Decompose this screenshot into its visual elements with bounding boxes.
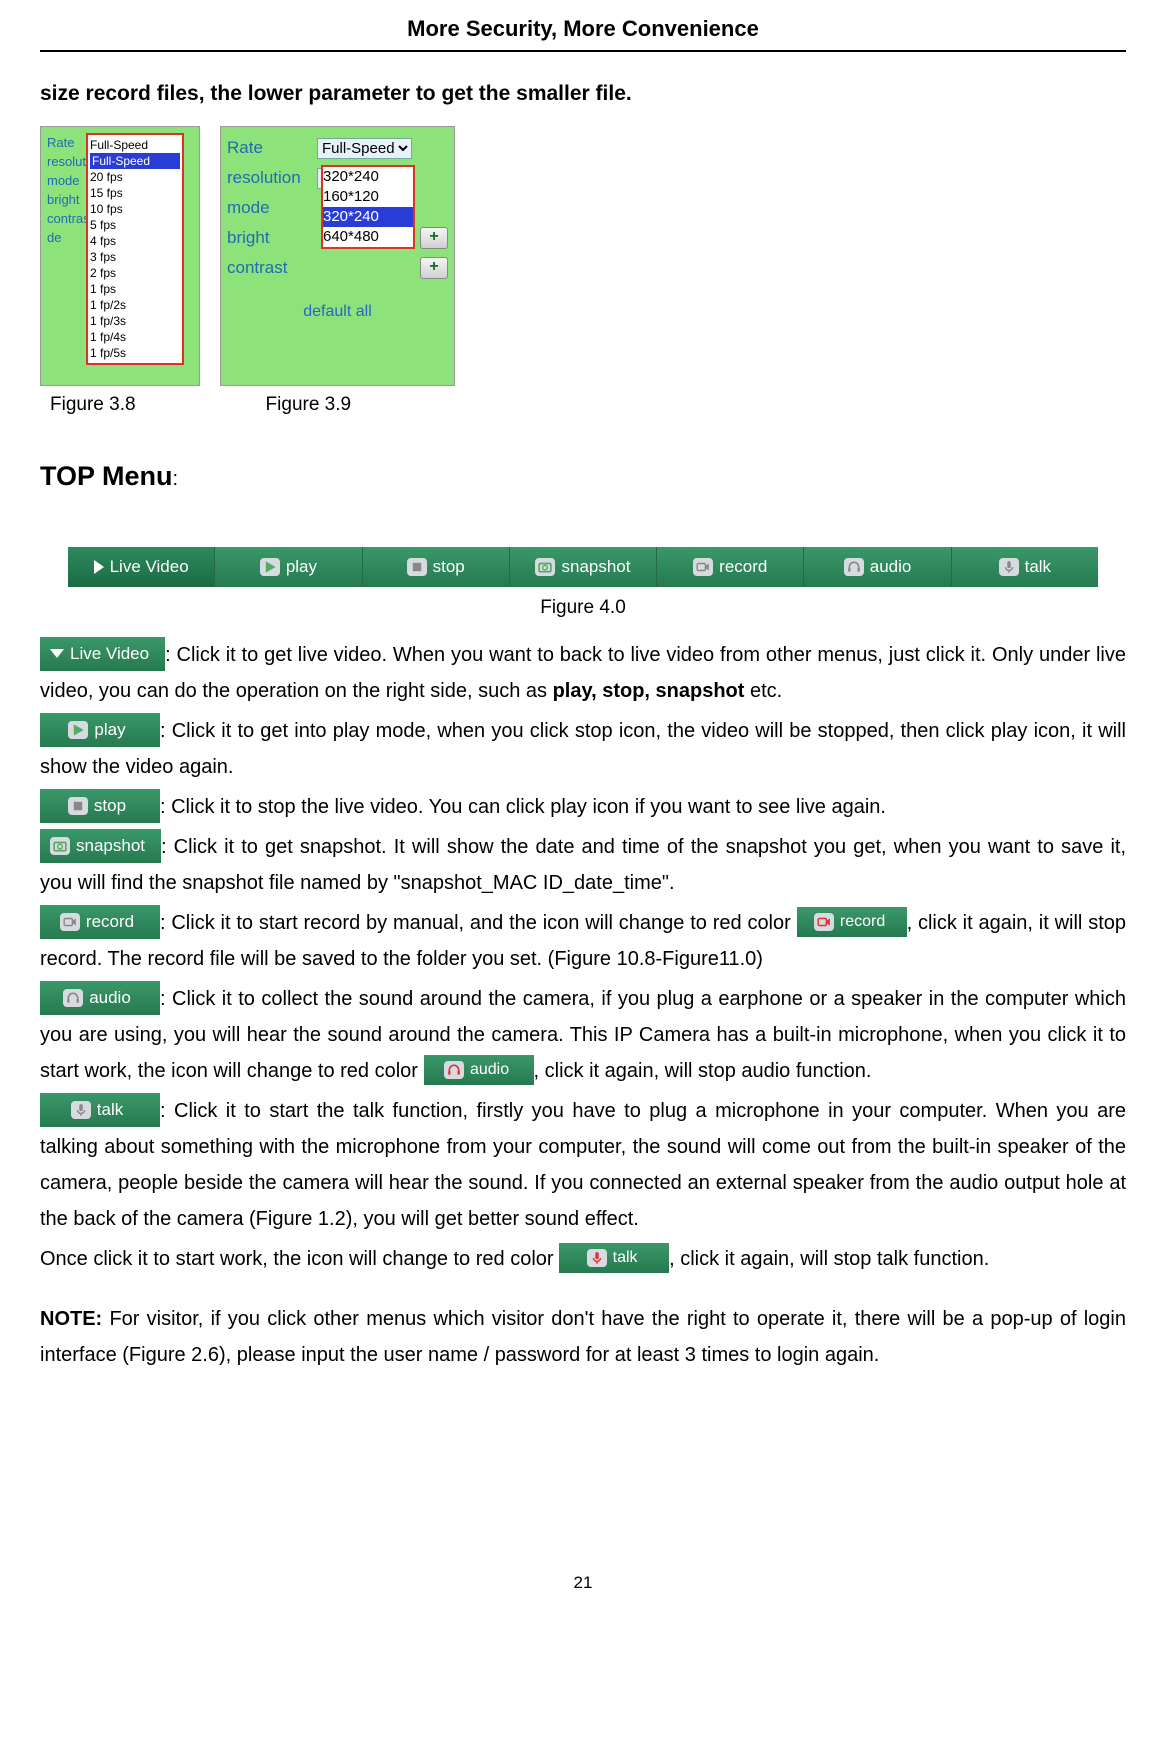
record-icon bbox=[693, 558, 713, 576]
res-top[interactable]: 320*240 bbox=[323, 167, 413, 187]
page-number: 21 bbox=[40, 1573, 1126, 1623]
camera-icon bbox=[535, 558, 555, 576]
resolution-dropdown-open[interactable]: 320*240 160*120 320*240 640*480 bbox=[321, 165, 415, 249]
figures-row: Rate resolution mode bright contrast de … bbox=[40, 126, 1126, 386]
snapshot-para: snapshot : Click it to get snapshot. It … bbox=[40, 829, 1126, 901]
top-menu-heading: TOP Menu: bbox=[40, 461, 1126, 492]
record-para: record : Click it to start record by man… bbox=[40, 905, 1126, 977]
note-para: NOTE: For visitor, if you click other me… bbox=[40, 1301, 1126, 1373]
headphone-icon-red bbox=[444, 1061, 464, 1079]
opt-full-top[interactable]: Full-Speed bbox=[90, 137, 180, 153]
lbl39-rate: Rate bbox=[227, 138, 317, 158]
stop-button[interactable]: stop bbox=[40, 789, 160, 823]
opt-1-4s[interactable]: 1 fp/4s bbox=[90, 329, 180, 345]
live-video-button[interactable]: Live Video bbox=[40, 637, 165, 671]
opt-3[interactable]: 3 fps bbox=[90, 249, 180, 265]
rate-select[interactable]: Full-Speed bbox=[317, 138, 412, 159]
play-triangle-icon bbox=[94, 560, 104, 574]
caption-3-9: Figure 3.9 bbox=[266, 394, 352, 416]
mic-icon bbox=[999, 558, 1019, 576]
res-160[interactable]: 160*120 bbox=[323, 187, 413, 207]
stop-para: stop : Click it to stop the live video. … bbox=[40, 789, 1126, 825]
opt-1[interactable]: 1 fps bbox=[90, 281, 180, 297]
lbl39-mode: mode bbox=[227, 198, 317, 218]
opt-1-2s[interactable]: 1 fp/2s bbox=[90, 297, 180, 313]
lbl39-res: resolution bbox=[227, 168, 317, 188]
record-icon-red bbox=[814, 913, 834, 931]
opt-1-3s[interactable]: 1 fp/3s bbox=[90, 313, 180, 329]
caption-3-8: Figure 3.8 bbox=[50, 394, 136, 416]
stop-icon bbox=[407, 558, 427, 576]
page-header: More Security, More Convenience bbox=[40, 0, 1126, 52]
stop-icon bbox=[68, 797, 88, 815]
play-para: play : Click it to get into play mode, w… bbox=[40, 713, 1126, 785]
talk-button-active[interactable]: talk bbox=[559, 1243, 669, 1273]
menu-audio[interactable]: audio bbox=[804, 547, 951, 587]
record-button-active[interactable]: record bbox=[797, 907, 907, 937]
opt-20[interactable]: 20 fps bbox=[90, 169, 180, 185]
play-button[interactable]: play bbox=[40, 713, 160, 747]
audio-button-active[interactable]: audio bbox=[424, 1055, 534, 1085]
headphone-icon bbox=[844, 558, 864, 576]
snapshot-button[interactable]: snapshot bbox=[40, 829, 161, 863]
opt-1-5s[interactable]: 1 fp/5s bbox=[90, 345, 180, 361]
default-all-link[interactable]: default all bbox=[227, 303, 448, 321]
top-menu-bar: Live Video play stop snapshot record aud… bbox=[68, 547, 1098, 587]
audio-para: audio : Click it to collect the sound ar… bbox=[40, 981, 1126, 1089]
menu-live-video[interactable]: Live Video bbox=[68, 547, 215, 587]
opt-15[interactable]: 15 fps bbox=[90, 185, 180, 201]
figure-3-9-panel: Rate Full-Speed resolution 320*240 mode … bbox=[220, 126, 455, 386]
menu-talk[interactable]: talk bbox=[952, 547, 1098, 587]
live-video-para: Live Video : Click it to get live video.… bbox=[40, 637, 1126, 709]
caption-4-0: Figure 4.0 bbox=[40, 597, 1126, 619]
menu-stop[interactable]: stop bbox=[363, 547, 510, 587]
opt-2[interactable]: 2 fps bbox=[90, 265, 180, 281]
opt-10[interactable]: 10 fps bbox=[90, 201, 180, 217]
opt-4[interactable]: 4 fps bbox=[90, 233, 180, 249]
lbl39-bright: bright bbox=[227, 228, 317, 248]
res-320-sel[interactable]: 320*240 bbox=[323, 207, 413, 227]
intro-text: size record files, the lower parameter t… bbox=[40, 82, 1126, 106]
lbl39-contrast: contrast bbox=[227, 258, 317, 278]
menu-snapshot[interactable]: snapshot bbox=[510, 547, 657, 587]
rate-dropdown-open[interactable]: Full-Speed Full-Speed 20 fps 15 fps 10 f… bbox=[86, 133, 184, 365]
figure-3-8-panel: Rate resolution mode bright contrast de … bbox=[40, 126, 200, 386]
res-640[interactable]: 640*480 bbox=[323, 227, 413, 247]
opt-5[interactable]: 5 fps bbox=[90, 217, 180, 233]
record-button[interactable]: record bbox=[40, 905, 160, 939]
talk-para-2: Once click it to start work, the icon wi… bbox=[40, 1241, 1126, 1277]
opt-full-sel[interactable]: Full-Speed bbox=[90, 153, 180, 169]
bright-plus[interactable]: + bbox=[420, 227, 448, 249]
headphone-icon bbox=[63, 989, 83, 1007]
talk-para: talk : Click it to start the talk functi… bbox=[40, 1093, 1126, 1237]
audio-button[interactable]: audio bbox=[40, 981, 160, 1015]
record-icon bbox=[60, 913, 80, 931]
mic-icon bbox=[71, 1101, 91, 1119]
camera-icon bbox=[50, 837, 70, 855]
menu-play[interactable]: play bbox=[215, 547, 362, 587]
talk-button[interactable]: talk bbox=[40, 1093, 160, 1127]
play-icon bbox=[68, 721, 88, 739]
contrast-plus[interactable]: + bbox=[420, 257, 448, 279]
chevron-down-icon bbox=[50, 649, 64, 658]
mic-icon-red bbox=[587, 1249, 607, 1267]
menu-record[interactable]: record bbox=[657, 547, 804, 587]
play-icon bbox=[260, 558, 280, 576]
